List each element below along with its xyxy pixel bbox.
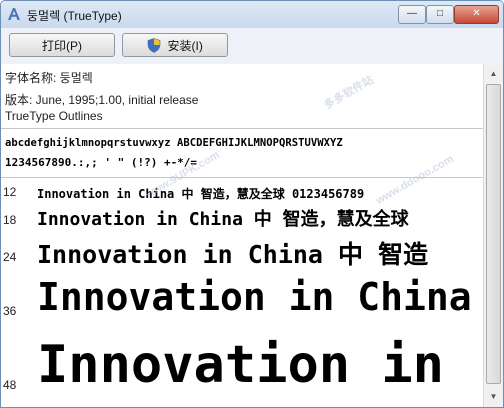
info-divider: [1, 128, 483, 129]
sample-text-12: Innovation in China 中 智造，慧及全球 0123456789: [37, 187, 365, 201]
print-button[interactable]: 打印(P): [9, 33, 115, 57]
maximize-button[interactable]: □: [426, 5, 454, 24]
close-button[interactable]: ✕: [454, 5, 499, 24]
font-preview-area: 字体名称: 둥멀렉 版本: June, 1995;1.00, initial r…: [1, 64, 483, 407]
font-viewer-window: 둥멀렉 (TrueType) — □ ✕ 打印(P) 安装(I) 字体名称: 둥…: [0, 0, 504, 408]
watermark-text: www.ddooo.com: [373, 152, 456, 208]
minimize-button[interactable]: —: [398, 5, 426, 24]
outline-type-line: TrueType Outlines: [5, 109, 103, 123]
size-label: 18: [3, 213, 17, 227]
size-label: 24: [3, 250, 17, 264]
version-line: 版本: June, 1995;1.00, initial release: [5, 93, 199, 107]
sample-text-36: Innovation in China: [37, 275, 472, 319]
scroll-down-arrow-icon[interactable]: ▼: [485, 389, 502, 405]
charset-digits: 1234567890.:,; ' " (!?) +-*/=: [5, 156, 198, 169]
charset-letters: abcdefghijklmnopqrstuvwxyz ABCDEFGHIJKLM…: [5, 137, 343, 149]
title-bar[interactable]: 둥멀렉 (TrueType) — □ ✕: [1, 1, 503, 28]
window-title: 둥멀렉 (TrueType): [27, 9, 122, 23]
font-app-icon: [8, 8, 20, 20]
size-label: 12: [3, 185, 17, 199]
shield-icon: [147, 38, 161, 53]
size-label: 48: [3, 378, 17, 392]
install-button-label: 安装(I): [167, 39, 203, 53]
install-button[interactable]: 安装(I): [122, 33, 228, 57]
print-button-label: 打印(P): [42, 39, 82, 53]
watermark-text: 多多软件站: [322, 73, 376, 112]
vertical-scrollbar[interactable]: ▲ ▼: [483, 64, 503, 407]
sample-text-48: Innovation in: [37, 335, 444, 395]
toolbar: 打印(P) 安装(I): [1, 28, 503, 64]
scroll-up-arrow-icon[interactable]: ▲: [485, 66, 502, 82]
sample-text-24: Innovation in China 中 智造: [37, 240, 429, 269]
font-name-line: 字体名称: 둥멀렉: [5, 71, 93, 85]
size-label: 36: [3, 304, 17, 318]
sample-text-18: Innovation in China 中 智造，慧及全球: [37, 209, 409, 230]
scroll-thumb[interactable]: [486, 84, 501, 384]
